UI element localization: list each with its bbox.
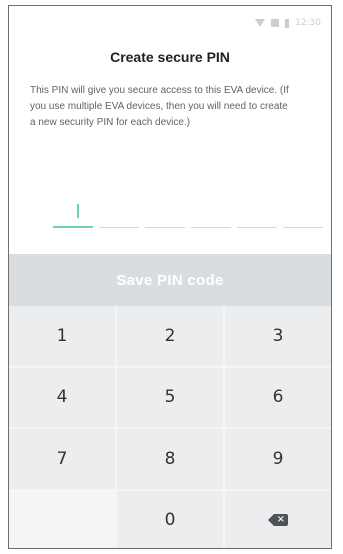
key-6[interactable]: 6 [225, 367, 331, 427]
key-blank [9, 490, 115, 548]
pin-underline [53, 226, 93, 228]
key-2[interactable]: 2 [117, 306, 223, 366]
pin-input[interactable] [53, 204, 323, 228]
save-pin-button[interactable]: Save PIN code [9, 254, 331, 306]
pin-underline [145, 227, 185, 228]
page-title: Create secure PIN [110, 49, 230, 65]
pin-digit-slot[interactable] [283, 204, 323, 228]
pin-digit-slot[interactable] [53, 204, 93, 228]
pin-digit-slot[interactable] [237, 204, 277, 228]
key-7[interactable]: 7 [9, 429, 115, 489]
pin-underline [99, 227, 139, 228]
battery-icon [285, 18, 290, 28]
signal-icon [271, 19, 280, 27]
pin-digit-slot[interactable] [99, 204, 139, 228]
pin-underline [283, 227, 323, 228]
backspace-key[interactable]: × [225, 490, 331, 548]
pin-underline [191, 227, 231, 228]
pin-underline [237, 227, 277, 228]
wifi-icon [255, 19, 266, 27]
key-5[interactable]: 5 [117, 367, 223, 427]
status-time: 12:30 [295, 18, 321, 28]
key-3[interactable]: 3 [225, 306, 331, 366]
phone-screen: 12:30 Create secure PIN This PIN will gi… [8, 5, 332, 549]
key-8[interactable]: 8 [117, 429, 223, 489]
pin-digit-slot[interactable] [191, 204, 231, 228]
backspace-icon: × [268, 514, 288, 527]
text-cursor [77, 204, 79, 218]
key-1[interactable]: 1 [9, 306, 115, 366]
key-0[interactable]: 0 [117, 490, 223, 548]
pin-description: This PIN will give you secure access to … [30, 85, 289, 128]
status-bar: 12:30 [255, 16, 321, 30]
key-9[interactable]: 9 [225, 429, 331, 489]
pin-digit-slot[interactable] [145, 204, 185, 228]
numeric-keypad: 1 2 3 4 5 6 7 8 9 0 × [9, 306, 331, 548]
key-4[interactable]: 4 [9, 367, 115, 427]
